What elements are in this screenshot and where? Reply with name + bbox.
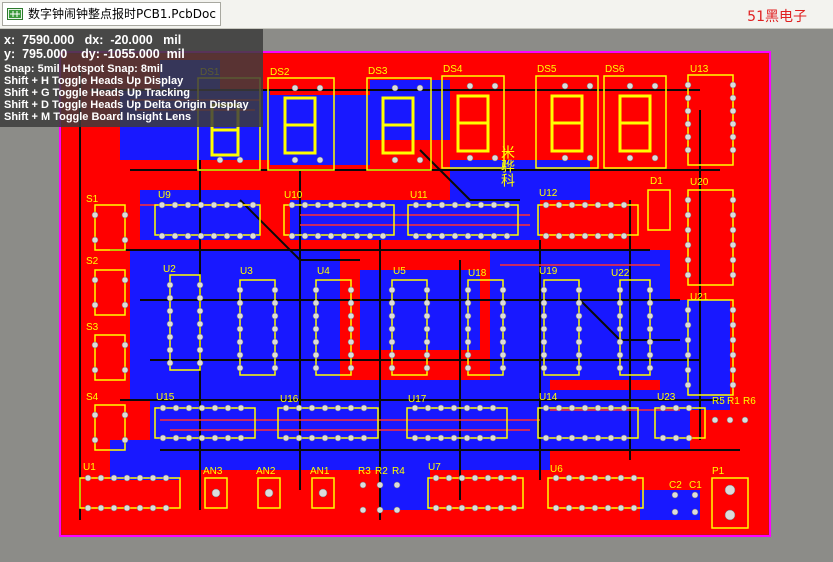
svg-text:U10: U10 xyxy=(284,190,303,201)
svg-text:S2: S2 xyxy=(86,256,99,267)
svg-text:U18: U18 xyxy=(468,268,487,279)
hud-x-label: x: xyxy=(4,33,16,47)
svg-text:U6: U6 xyxy=(550,464,563,475)
svg-text:U9: U9 xyxy=(158,190,171,201)
svg-text:U20: U20 xyxy=(690,177,709,188)
hud-y-unit: mil xyxy=(166,47,185,61)
svg-text:R3: R3 xyxy=(358,466,371,477)
document-tab-title: 数字钟闹钟整点报时PCB1.PcbDoc xyxy=(28,7,216,21)
svg-text:S1: S1 xyxy=(86,194,99,205)
svg-text:P1: P1 xyxy=(712,466,725,477)
svg-text:米骅科: 米骅科 xyxy=(500,145,516,187)
svg-text:U12: U12 xyxy=(539,188,558,199)
svg-text:U17: U17 xyxy=(408,394,427,405)
svg-text:S3: S3 xyxy=(86,322,99,333)
svg-text:DS6: DS6 xyxy=(605,64,625,75)
svg-text:U3: U3 xyxy=(240,266,253,277)
svg-text:R1: R1 xyxy=(727,396,740,407)
svg-text:AN2: AN2 xyxy=(256,466,276,477)
svg-text:C2: C2 xyxy=(669,480,682,491)
svg-text:U14: U14 xyxy=(539,392,558,403)
svg-text:R6: R6 xyxy=(743,396,756,407)
svg-text:U22: U22 xyxy=(611,268,630,279)
svg-text:R4: R4 xyxy=(392,466,405,477)
svg-text:U5: U5 xyxy=(393,266,406,277)
svg-text:AN1: AN1 xyxy=(310,466,330,477)
svg-text:R2: R2 xyxy=(375,466,388,477)
svg-text:U15: U15 xyxy=(156,392,175,403)
hud-shortcut-insight-lens: Shift + M Toggle Board Insight Lens xyxy=(4,111,192,123)
hud-x-row: x: 7590.000 dx: -20.000 mil xyxy=(0,33,263,47)
svg-text:DS5: DS5 xyxy=(537,64,557,75)
svg-text:S4: S4 xyxy=(86,392,99,403)
svg-text:U11: U11 xyxy=(410,190,428,201)
hud-shortcut-tracking: Shift + G Toggle Heads Up Tracking xyxy=(4,87,190,99)
svg-text:U23: U23 xyxy=(657,392,676,403)
heads-up-display: x: 7590.000 dx: -20.000 mil y: 795.000 d… xyxy=(0,29,263,127)
svg-text:U13: U13 xyxy=(690,64,709,75)
svg-text:U16: U16 xyxy=(280,394,299,405)
svg-text:U2: U2 xyxy=(163,264,176,275)
svg-text:DS4: DS4 xyxy=(443,64,463,75)
svg-text:U7: U7 xyxy=(428,462,441,473)
svg-text:U19: U19 xyxy=(539,266,558,277)
hud-y-value: 795.000 xyxy=(22,47,68,61)
svg-text:R5: R5 xyxy=(712,396,725,407)
svg-text:U21: U21 xyxy=(690,292,709,303)
hud-dx-value: -20.000 xyxy=(110,33,153,47)
svg-text:AN3: AN3 xyxy=(203,466,223,477)
svg-text:DS2: DS2 xyxy=(270,67,290,78)
hud-x-unit: mil xyxy=(163,33,182,47)
hud-x-value: 7590.000 xyxy=(22,33,75,47)
hud-snap-info: Snap: 5mil Hotspot Snap: 8mil xyxy=(4,63,163,75)
hud-y-label: y: xyxy=(4,47,16,61)
document-tab-bar: 数字钟闹钟整点报时PCB1.PcbDoc 51黑电子 xyxy=(0,0,833,29)
hud-dx-label: dx: xyxy=(84,33,104,47)
watermark-text: 51黑电子 xyxy=(747,9,807,25)
hud-y-row: y: 795.000 dy: -1055.000 mil xyxy=(0,47,263,61)
document-tab[interactable]: 数字钟闹钟整点报时PCB1.PcbDoc xyxy=(2,2,221,26)
hud-dy-value: -1055.000 xyxy=(103,47,160,61)
hud-shortcut-delta-origin: Shift + D Toggle Heads Up Delta Origin D… xyxy=(4,99,249,111)
svg-text:DS3: DS3 xyxy=(368,66,388,77)
svg-text:C1: C1 xyxy=(689,480,702,491)
svg-text:U4: U4 xyxy=(317,266,330,277)
pcb-document-icon xyxy=(7,8,23,20)
svg-text:U1: U1 xyxy=(83,462,96,473)
hud-shortcut-heads-up: Shift + H Toggle Heads Up Display xyxy=(4,75,184,87)
svg-text:D1: D1 xyxy=(650,176,663,187)
hud-dy-label: dy: xyxy=(81,47,100,61)
